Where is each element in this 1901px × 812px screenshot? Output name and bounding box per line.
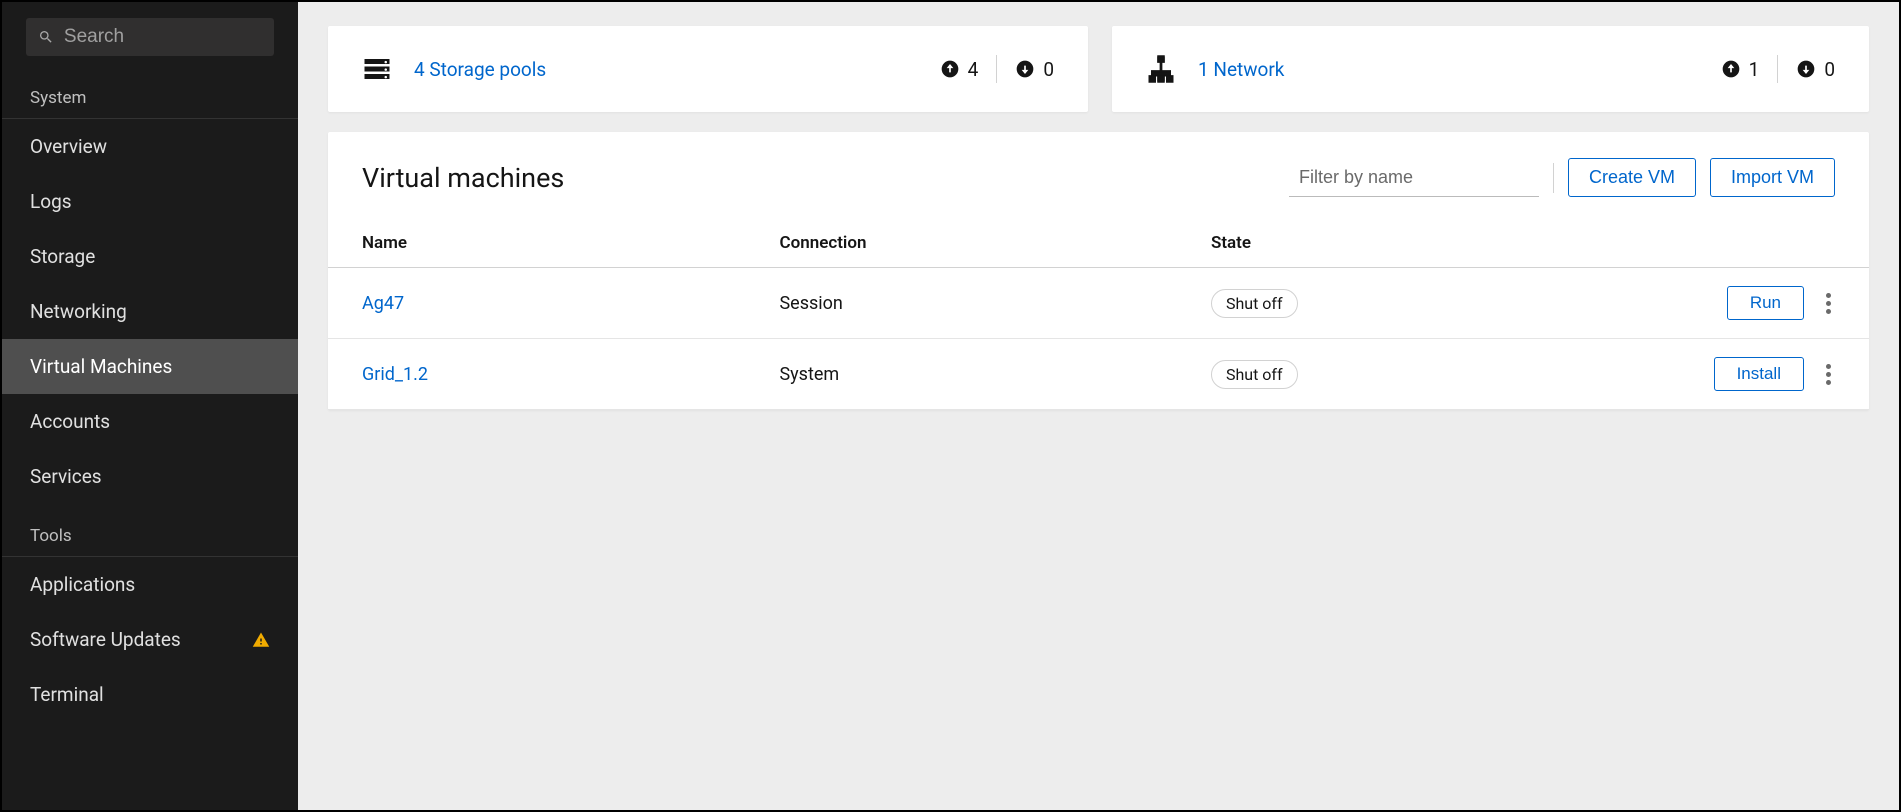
import-vm-button[interactable]: Import VM xyxy=(1710,158,1835,197)
arrow-up-circle-icon xyxy=(940,59,960,79)
sidebar-item-logs[interactable]: Logs xyxy=(2,174,298,229)
sidebar-item-accounts[interactable]: Accounts xyxy=(2,394,298,449)
create-vm-button[interactable]: Create VM xyxy=(1568,158,1696,197)
vm-connection: Session xyxy=(759,268,1190,339)
network-down-stat: 0 xyxy=(1796,58,1835,81)
vm-col-actions xyxy=(1622,217,1869,268)
summary-cards-row: 4 Storage pools 4 0 1 N xyxy=(328,26,1869,112)
row-actions: Install xyxy=(1642,357,1835,391)
network-up-count: 1 xyxy=(1749,58,1760,81)
storage-icon xyxy=(362,54,392,84)
sidebar-item-label: Virtual Machines xyxy=(30,355,172,378)
sidebar-item-label: Software Updates xyxy=(30,628,181,651)
vm-connection: System xyxy=(759,339,1190,410)
nav-section-header: Tools xyxy=(2,504,298,557)
sidebar-item-networking[interactable]: Networking xyxy=(2,284,298,339)
network-link[interactable]: 1 Network xyxy=(1198,58,1284,81)
sidebar-item-label: Applications xyxy=(30,573,135,596)
network-card-left: 1 Network xyxy=(1146,54,1284,84)
app-root: System Overview Logs Storage Networking Virtu… xyxy=(0,0,1901,812)
nav-section-header: System xyxy=(2,66,298,119)
sidebar-item-overview[interactable]: Overview xyxy=(2,119,298,174)
vm-state-badge: Shut off xyxy=(1211,289,1298,318)
network-stats: 1 0 xyxy=(1721,55,1835,83)
vm-panel-header: Virtual machines Create VM Import VM xyxy=(328,132,1869,217)
sidebar-item-applications[interactable]: Applications xyxy=(2,557,298,612)
sidebar-item-label: Logs xyxy=(30,190,72,213)
storage-up-count: 4 xyxy=(968,58,979,81)
storage-down-stat: 0 xyxy=(1015,58,1054,81)
vm-col-state: State xyxy=(1191,217,1622,268)
vm-table: Name Connection State Ag47 Session Shut of… xyxy=(328,217,1869,410)
network-down-count: 0 xyxy=(1824,58,1835,81)
stat-divider xyxy=(1777,55,1778,83)
sidebar-item-services[interactable]: Services xyxy=(2,449,298,504)
network-icon xyxy=(1146,54,1176,84)
search-container xyxy=(2,2,298,66)
sidebar-item-virtual-machines[interactable]: Virtual Machines xyxy=(2,339,298,394)
vm-panel-title: Virtual machines xyxy=(362,162,564,194)
network-card: 1 Network 1 0 xyxy=(1112,26,1869,112)
storage-pools-link[interactable]: 4 Storage pools xyxy=(414,58,546,81)
kebab-menu-icon[interactable] xyxy=(1822,289,1835,318)
install-button[interactable]: Install xyxy=(1714,357,1804,391)
main-content: 4 Storage pools 4 0 1 N xyxy=(298,2,1899,810)
sidebar-item-terminal[interactable]: Terminal xyxy=(2,667,298,722)
arrow-down-circle-icon xyxy=(1796,59,1816,79)
row-actions: Run xyxy=(1642,286,1835,320)
sidebar-item-label: Storage xyxy=(30,245,95,268)
kebab-menu-icon[interactable] xyxy=(1822,360,1835,389)
vm-filter-input[interactable] xyxy=(1289,159,1539,197)
vm-state-badge: Shut off xyxy=(1211,360,1298,389)
sidebar-item-label: Terminal xyxy=(30,683,104,706)
vm-panel-actions: Create VM Import VM xyxy=(1289,158,1835,197)
stat-divider xyxy=(996,55,997,83)
sidebar: System Overview Logs Storage Networking Virtu… xyxy=(2,2,298,810)
arrow-down-circle-icon xyxy=(1015,59,1035,79)
search-icon xyxy=(38,28,54,46)
vm-name-link[interactable]: Ag47 xyxy=(362,293,404,314)
sidebar-item-label: Services xyxy=(30,465,102,488)
network-up-stat: 1 xyxy=(1721,58,1760,81)
sidebar-item-software-updates[interactable]: Software Updates xyxy=(2,612,298,667)
vm-name-link[interactable]: Grid_1.2 xyxy=(362,364,428,385)
table-row: Grid_1.2 System Shut off Install xyxy=(328,339,1869,410)
storage-up-stat: 4 xyxy=(940,58,979,81)
warning-icon xyxy=(252,631,270,649)
search-box[interactable] xyxy=(26,18,274,56)
vm-col-name: Name xyxy=(328,217,759,268)
actions-divider xyxy=(1553,163,1554,193)
run-button[interactable]: Run xyxy=(1727,286,1804,320)
storage-card-left: 4 Storage pools xyxy=(362,54,546,84)
sidebar-item-label: Accounts xyxy=(30,410,110,433)
storage-pools-card: 4 Storage pools 4 0 xyxy=(328,26,1088,112)
vm-panel: Virtual machines Create VM Import VM Nam… xyxy=(328,132,1869,410)
vm-col-connection: Connection xyxy=(759,217,1190,268)
arrow-up-circle-icon xyxy=(1721,59,1741,79)
search-input[interactable] xyxy=(64,26,262,48)
storage-down-count: 0 xyxy=(1043,58,1054,81)
table-row: Ag47 Session Shut off Run xyxy=(328,268,1869,339)
sidebar-item-label: Overview xyxy=(30,135,107,158)
sidebar-item-label: Networking xyxy=(30,300,127,323)
storage-stats: 4 0 xyxy=(940,55,1054,83)
sidebar-item-storage[interactable]: Storage xyxy=(2,229,298,284)
